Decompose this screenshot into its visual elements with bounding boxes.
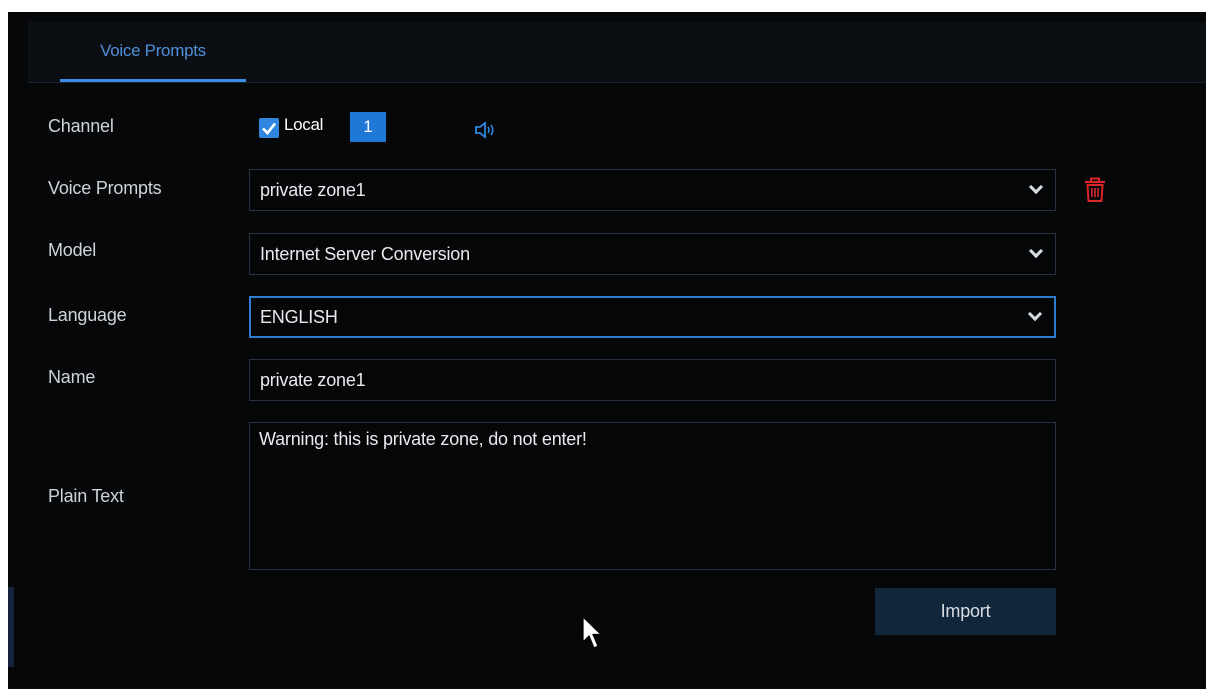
checkmark-icon xyxy=(262,122,277,135)
language-select[interactable]: ENGLISH xyxy=(249,296,1056,338)
model-value: Internet Server Conversion xyxy=(260,243,470,264)
chevron-down-icon xyxy=(1028,243,1044,259)
local-label: Local xyxy=(284,115,324,134)
voice-prompts-value: private zone1 xyxy=(260,179,366,200)
trash-icon[interactable] xyxy=(1084,177,1106,203)
mouse-pointer-icon xyxy=(582,616,603,649)
local-checkbox[interactable] xyxy=(259,118,279,138)
name-input[interactable]: private zone1 xyxy=(249,359,1056,401)
model-label: Model xyxy=(48,240,97,260)
language-label: Language xyxy=(48,305,127,325)
chevron-down-icon xyxy=(1028,179,1044,195)
voice-prompts-select[interactable]: private zone1 xyxy=(249,169,1056,211)
plain-text-label: Plain Text xyxy=(48,486,124,506)
language-value: ENGLISH xyxy=(260,306,338,327)
model-select[interactable]: Internet Server Conversion xyxy=(249,233,1056,275)
app-screen: Voice Prompts Channel Local 1 Voice Prom… xyxy=(8,12,1206,689)
plain-text-textarea[interactable]: Warning: this is private zone, do not en… xyxy=(249,422,1056,570)
tab-voice-prompts[interactable]: Voice Prompts xyxy=(60,22,246,82)
chevron-down-icon xyxy=(1027,306,1043,322)
speaker-icon[interactable] xyxy=(474,120,496,140)
import-button[interactable]: Import xyxy=(875,588,1056,635)
window-edge xyxy=(8,587,14,667)
name-label: Name xyxy=(48,367,96,387)
channel-label: Channel xyxy=(48,116,114,136)
voice-prompts-label: Voice Prompts xyxy=(48,178,162,198)
tab-bar: Voice Prompts xyxy=(28,22,1206,83)
name-value: private zone1 xyxy=(260,369,366,390)
channel-number-button[interactable]: 1 xyxy=(350,112,386,142)
